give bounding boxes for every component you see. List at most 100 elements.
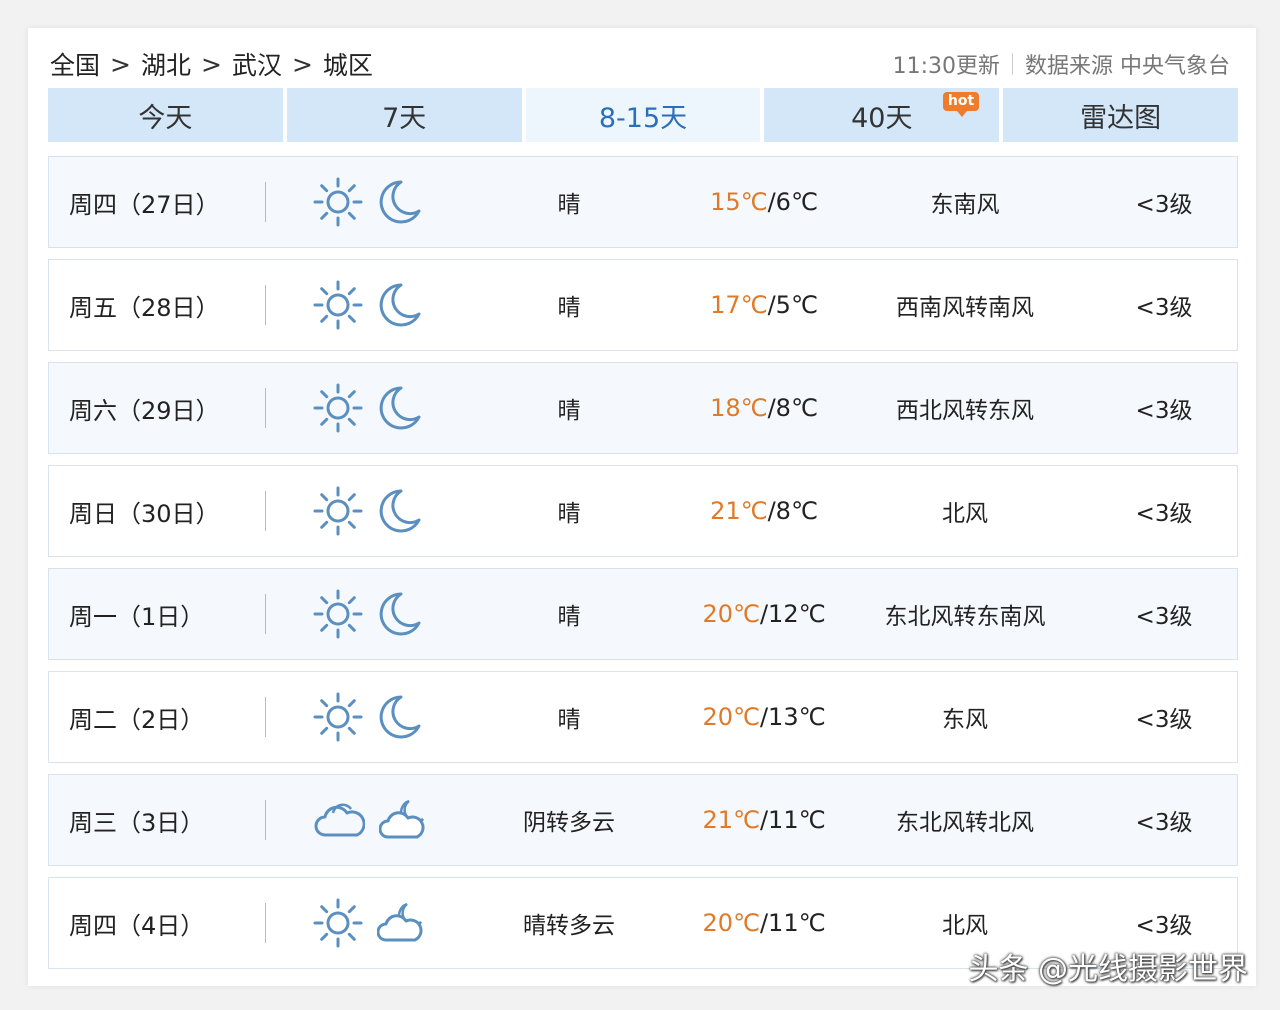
high-temp: 17℃	[710, 291, 768, 319]
breadcrumb-separator: >	[200, 49, 222, 79]
tab-radar[interactable]: 雷达图	[1003, 88, 1238, 142]
wind-level: <3级	[1135, 501, 1193, 527]
low-temp: 12℃	[768, 600, 826, 628]
moon-icon	[377, 280, 423, 330]
moon-icon	[377, 177, 423, 227]
sun-icon	[313, 177, 363, 227]
sun-icon	[313, 898, 363, 948]
column-divider	[265, 800, 266, 840]
watermark: 头条 @光线摄影世界	[968, 952, 1248, 987]
weather-card: 全国 > 湖北 > 武汉 > 城区 11:30更新 数据来源 中央气象台 今天 …	[28, 28, 1256, 986]
tab-label: 8-15天	[598, 102, 688, 134]
column-divider	[265, 285, 266, 325]
forecast-row: 周三（3日） 阴转多云 21℃/11℃ 东北风转北风 <3级	[48, 774, 1238, 866]
breadcrumb-province[interactable]: 湖北	[141, 46, 191, 82]
day-label: 周三（3日）	[69, 808, 205, 837]
cloud-icon	[313, 795, 365, 845]
weather-icons	[313, 878, 443, 968]
weather-description: 晴	[557, 398, 581, 424]
top-bar: 全国 > 湖北 > 武汉 > 城区 11:30更新 数据来源 中央气象台	[50, 46, 1230, 82]
cloud-moon-icon	[379, 795, 429, 845]
weather-description: 晴转多云	[523, 913, 615, 939]
column-divider	[265, 388, 266, 428]
day-label: 周四（27日）	[69, 190, 220, 219]
high-temp: 20℃	[702, 703, 760, 731]
sun-icon	[313, 280, 363, 330]
weather-icons	[313, 260, 443, 350]
day-label: 周六（29日）	[69, 396, 220, 425]
low-temp: 11℃	[768, 806, 826, 834]
high-temp: 20℃	[702, 909, 760, 937]
weather-icons	[313, 157, 443, 247]
forecast-row: 周二（2日） 晴 20℃/13℃ 东风 <3级	[48, 671, 1238, 763]
breadcrumb-separator: >	[110, 49, 131, 79]
day-label: 周一（1日）	[69, 602, 205, 631]
forecast-row: 周五（28日） 晴 17℃/5℃ 西南风转南风 <3级	[48, 259, 1238, 351]
low-temp: 5℃	[775, 291, 818, 319]
data-source: 数据来源 中央气象台	[1025, 54, 1230, 79]
day-label: 周二（2日）	[69, 705, 205, 734]
temperature-range: 20℃/12℃	[702, 600, 826, 628]
update-time: 11:30更新	[892, 54, 1000, 79]
low-temp: 8℃	[775, 497, 818, 525]
high-temp: 18℃	[710, 394, 768, 422]
tab-7-days[interactable]: 7天	[286, 88, 522, 142]
moon-icon	[377, 383, 423, 433]
wind-direction: 东北风转北风	[896, 810, 1034, 836]
breadcrumb-separator: >	[291, 49, 313, 79]
high-temp: 21℃	[702, 806, 760, 834]
moon-icon	[377, 692, 423, 742]
sun-icon	[313, 692, 363, 742]
breadcrumb: 全国 > 湖北 > 武汉 > 城区	[50, 46, 373, 82]
weather-description: 晴	[557, 192, 581, 218]
wind-direction: 东风	[942, 707, 988, 733]
low-temp: 13℃	[768, 703, 826, 731]
weather-description: 阴转多云	[523, 810, 615, 836]
temperature-range: 20℃/11℃	[702, 909, 826, 937]
day-label: 周四（4日）	[69, 911, 205, 940]
low-temp: 8℃	[775, 394, 818, 422]
breadcrumb-district[interactable]: 城区	[323, 46, 373, 82]
moon-icon	[377, 486, 423, 536]
low-temp: 11℃	[768, 909, 826, 937]
high-temp: 20℃	[702, 600, 760, 628]
weather-icons	[313, 363, 443, 453]
tab-today[interactable]: 今天	[48, 88, 283, 142]
wind-direction: 西南风转南风	[896, 295, 1034, 321]
temperature-range: 21℃/11℃	[702, 806, 826, 834]
tab-label: 雷达图	[1080, 102, 1162, 134]
weather-description: 晴	[557, 295, 581, 321]
tab-label: 40天	[851, 102, 913, 134]
forecast-row: 周四（27日） 晴 15℃/6℃ 东南风 <3级	[48, 156, 1238, 248]
column-divider	[265, 491, 266, 531]
day-label: 周五（28日）	[69, 293, 220, 322]
column-divider	[265, 182, 266, 222]
weather-icons	[313, 672, 443, 762]
update-info: 11:30更新 数据来源 中央气象台	[893, 48, 1230, 80]
high-temp: 15℃	[710, 188, 768, 216]
column-divider	[265, 903, 266, 943]
breadcrumb-country[interactable]: 全国	[50, 46, 100, 82]
tab-label: 今天	[138, 102, 193, 134]
temperature-range: 15℃/6℃	[710, 188, 818, 216]
wind-level: <3级	[1135, 604, 1193, 630]
temperature-range: 18℃/8℃	[710, 394, 818, 422]
forecast-row: 周日（30日） 晴 21℃/8℃ 北风 <3级	[48, 465, 1238, 557]
moon-icon	[377, 589, 423, 639]
weather-icons	[313, 569, 443, 659]
meta-divider	[1012, 53, 1013, 75]
tab-8-15-days[interactable]: 8-15天	[525, 88, 761, 142]
wind-direction: 东北风转东南风	[884, 604, 1046, 630]
wind-level: <3级	[1135, 295, 1193, 321]
day-label: 周日（30日）	[69, 499, 220, 528]
wind-direction: 北风	[942, 501, 988, 527]
column-divider	[265, 594, 266, 634]
hot-badge: hot	[942, 92, 980, 117]
sun-icon	[313, 486, 363, 536]
breadcrumb-city[interactable]: 武汉	[232, 46, 282, 82]
temperature-range: 20℃/13℃	[702, 703, 826, 731]
wind-level: <3级	[1135, 398, 1193, 424]
tab-40-days[interactable]: 40天 hot	[764, 88, 1000, 142]
forecast-row: 周一（1日） 晴 20℃/12℃ 东北风转东南风 <3级	[48, 568, 1238, 660]
forecast-row: 周六（29日） 晴 18℃/8℃ 西北风转东风 <3级	[48, 362, 1238, 454]
